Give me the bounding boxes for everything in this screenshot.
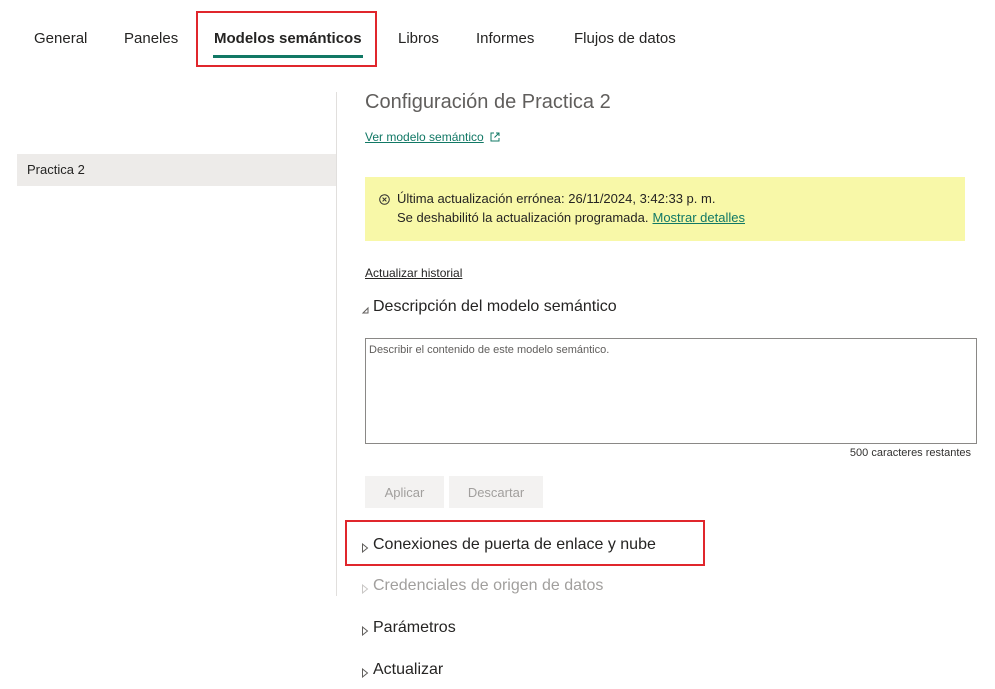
- caret-collapsed-icon: [361, 581, 369, 595]
- section-data-source-credentials: Credenciales de origen de datos: [361, 577, 603, 595]
- tab-flujos-de-datos[interactable]: Flujos de datos: [574, 30, 676, 47]
- caret-expanded-icon: [361, 302, 369, 314]
- page-title: Configuración de Practica 2: [365, 91, 611, 113]
- remaining-characters: 500 caracteres restantes: [849, 447, 971, 459]
- tab-highlight-box: [196, 11, 377, 67]
- open-external-icon: [490, 131, 500, 145]
- show-details-link[interactable]: Mostrar detalles: [653, 210, 745, 225]
- sidebar-item-practica-2[interactable]: Practica 2: [17, 154, 336, 186]
- section-refresh[interactable]: Actualizar: [361, 661, 443, 679]
- section-parameters[interactable]: Parámetros: [361, 619, 456, 637]
- error-circle-icon: [379, 193, 390, 205]
- panel-divider: [336, 92, 337, 596]
- refresh-error-banner: Última actualización errónea: 26/11/2024…: [365, 177, 965, 241]
- refresh-history-link[interactable]: Actualizar historial: [365, 266, 462, 280]
- view-semantic-model-link[interactable]: Ver modelo semántico: [365, 130, 500, 145]
- tab-general[interactable]: General: [34, 30, 87, 47]
- tab-informes[interactable]: Informes: [476, 30, 534, 47]
- description-textarea[interactable]: [365, 338, 977, 444]
- discard-button[interactable]: Descartar: [449, 476, 543, 508]
- tab-libros[interactable]: Libros: [398, 30, 439, 47]
- section-highlight-box: [345, 520, 705, 566]
- top-tab-bar: General Paneles Modelos semánticos Libro…: [0, 0, 995, 72]
- section-parameters-label: Parámetros: [373, 619, 456, 636]
- section-refresh-label: Actualizar: [373, 661, 444, 678]
- banner-error-text: Última actualización errónea: 26/11/2024…: [397, 191, 716, 206]
- section-data-source-credentials-label: Credenciales de origen de datos: [373, 577, 604, 594]
- caret-collapsed-icon: [361, 665, 369, 679]
- apply-button[interactable]: Aplicar: [365, 476, 444, 508]
- tab-paneles[interactable]: Paneles: [124, 30, 178, 47]
- section-description-label: Descripción del modelo semántico: [373, 298, 617, 315]
- caret-collapsed-icon: [361, 623, 369, 637]
- view-semantic-model-label: Ver modelo semántico: [365, 130, 484, 144]
- section-description[interactable]: Descripción del modelo semántico: [361, 298, 617, 316]
- banner-disabled-text: Se deshabilitó la actualización programa…: [397, 210, 649, 225]
